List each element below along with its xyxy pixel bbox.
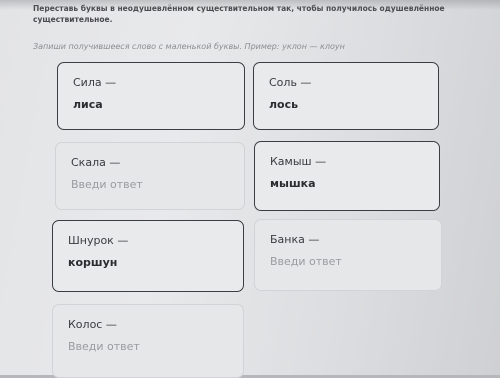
source-word: Соль — xyxy=(269,76,312,89)
answer-input-kamysh[interactable] xyxy=(270,177,420,190)
task-instruction: Переставь буквы в неодушевлённом существ… xyxy=(33,4,445,24)
answer-input-skala[interactable] xyxy=(71,178,221,191)
answer-card-skala: Скала — xyxy=(55,142,245,210)
exercise-page: Переставь буквы в неодушевлённом существ… xyxy=(0,0,500,378)
source-word: Скала — xyxy=(71,156,121,169)
source-word: Шнурок — xyxy=(68,234,129,247)
answer-input-sol[interactable] xyxy=(269,98,419,111)
task-hint: Запиши получившееся слово с маленькой бу… xyxy=(33,42,345,51)
answer-input-kolos[interactable] xyxy=(68,340,218,353)
answer-card-sila: Сила — xyxy=(57,62,245,130)
source-word: Сила — xyxy=(73,76,117,89)
answer-input-banka[interactable] xyxy=(270,255,420,268)
answer-card-kolos: Колос — xyxy=(52,304,244,378)
source-word: Колос — xyxy=(68,318,117,331)
source-word: Камыш — xyxy=(270,155,327,168)
source-word: Банка — xyxy=(270,233,320,246)
answer-card-kamysh: Камыш — xyxy=(254,141,440,211)
answer-card-shnurok: Шнурок — xyxy=(52,220,244,292)
answer-card-banka: Банка — xyxy=(254,219,442,291)
answer-input-shnurok[interactable] xyxy=(68,256,218,269)
answer-card-sol: Соль — xyxy=(253,62,439,130)
answer-input-sila[interactable] xyxy=(73,98,223,111)
